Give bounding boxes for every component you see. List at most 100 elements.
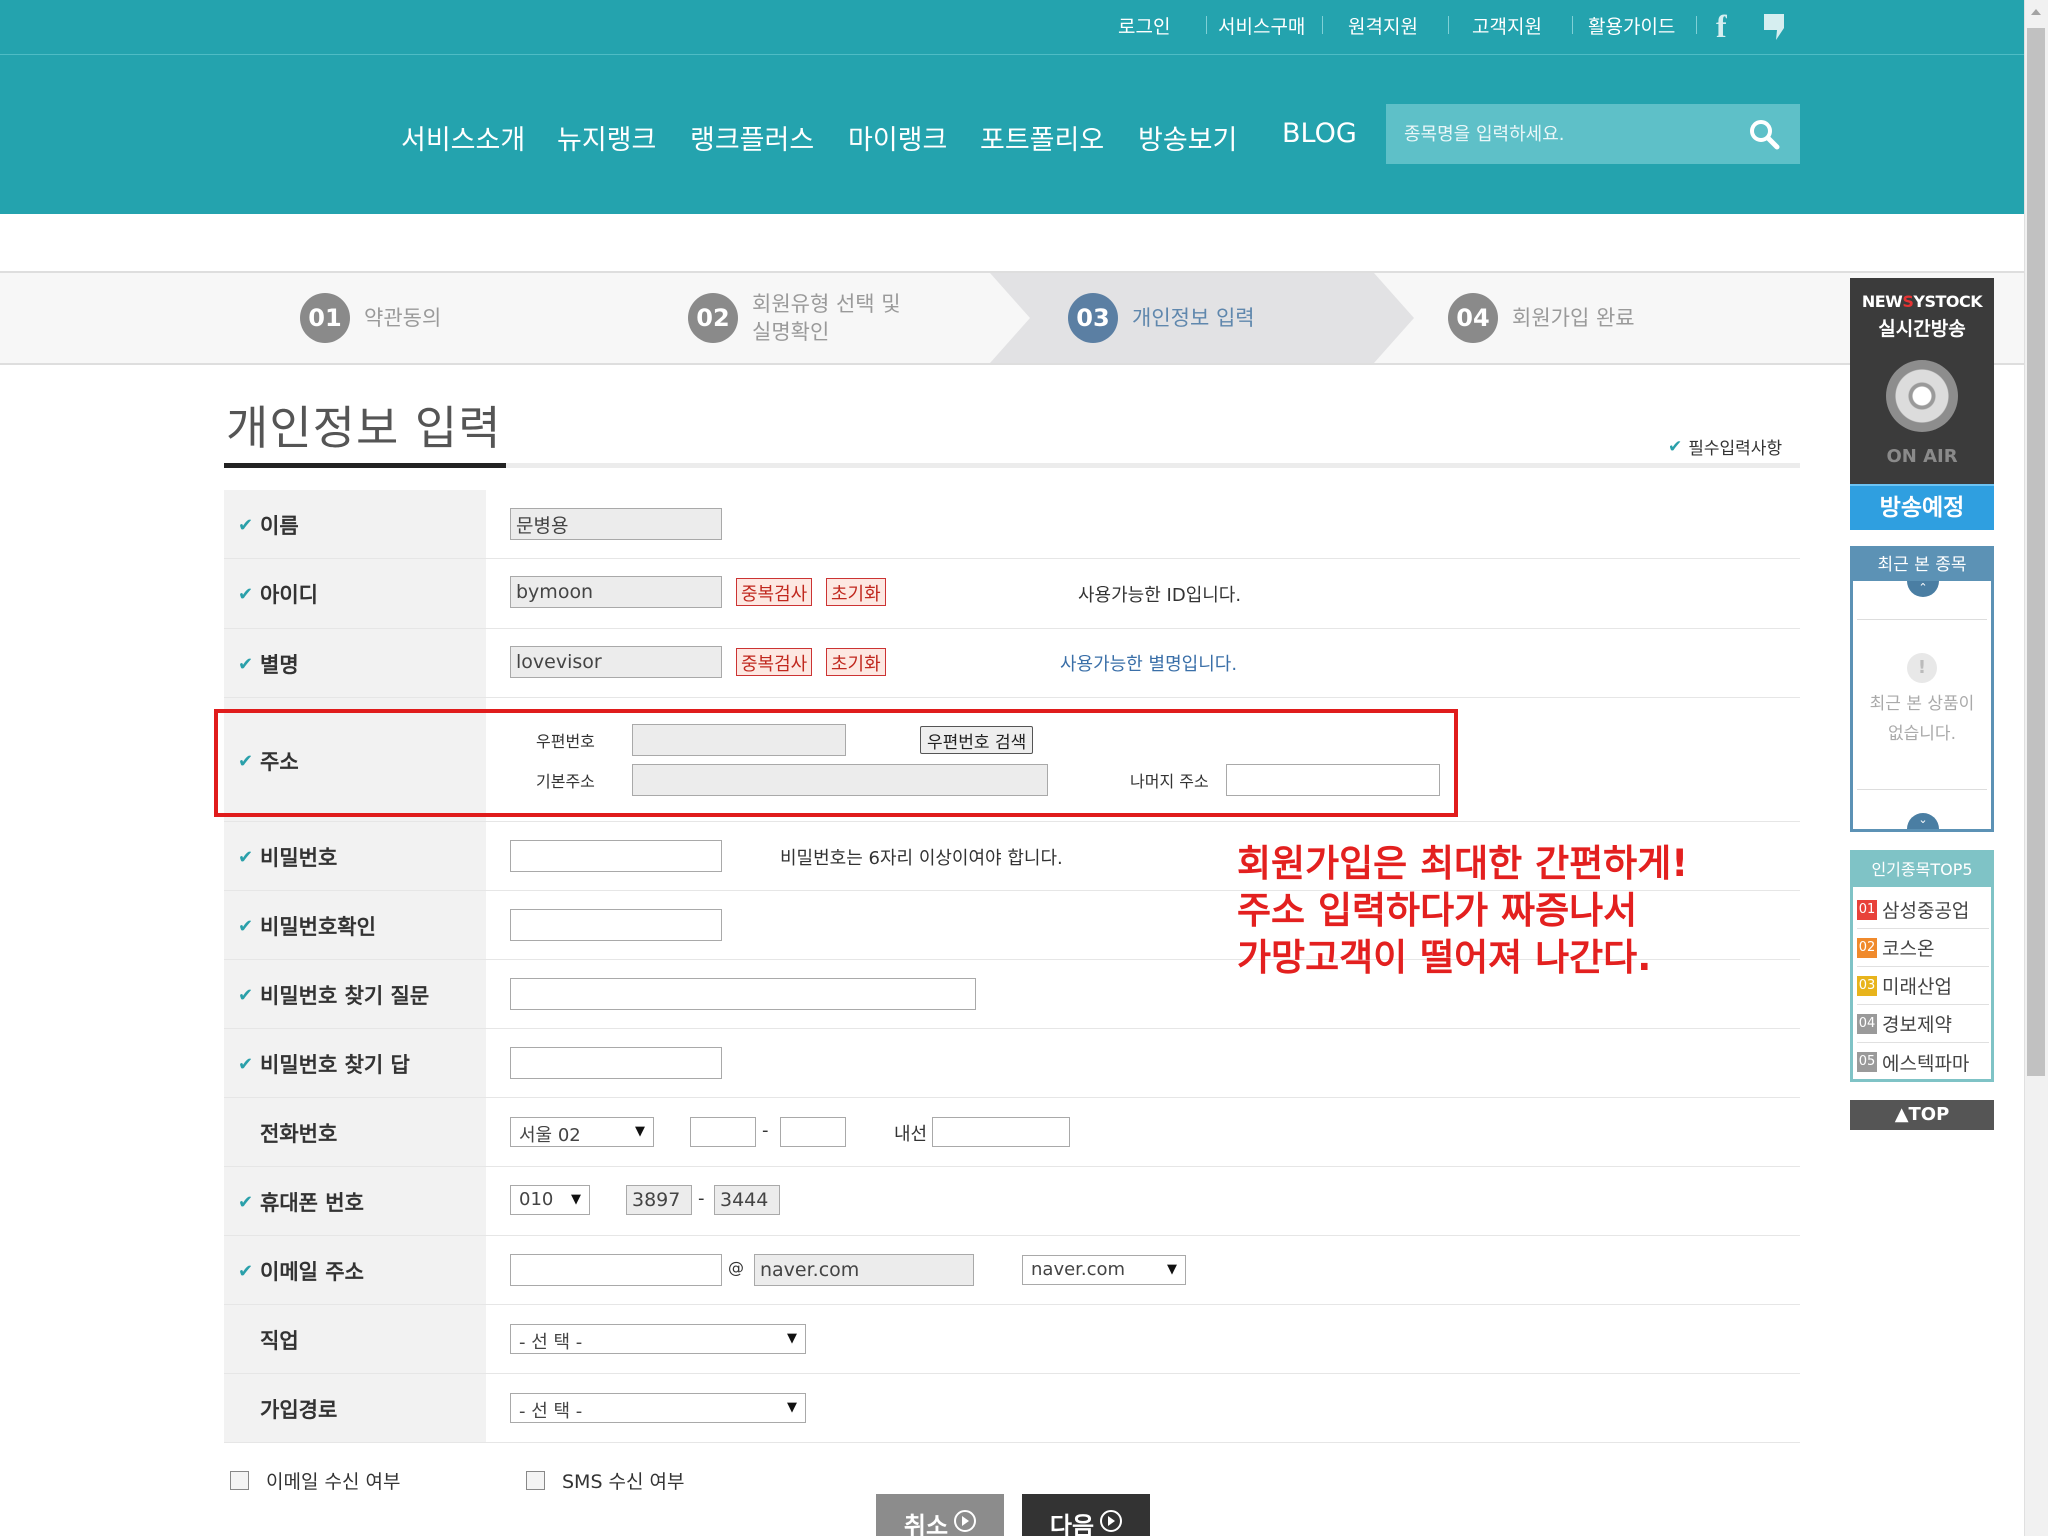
- phone-last-field[interactable]: [780, 1117, 846, 1147]
- form-row-phone: 전화번호 서울 02 ▼ - 내선: [224, 1098, 1800, 1167]
- email-domain-select[interactable]: naver.com ▼: [1022, 1255, 1186, 1285]
- customer-support-link[interactable]: 고객지원: [1472, 12, 1542, 39]
- page-title: 개인정보 입력: [226, 401, 502, 455]
- pw-question-label: 비밀번호 찾기 질문: [260, 984, 430, 1008]
- scrollbar-thumb[interactable]: [2027, 28, 2045, 1076]
- broadcast-schedule-button[interactable]: 방송예정: [1850, 484, 1994, 530]
- email-domain-select-value: naver.com: [1031, 1259, 1126, 1280]
- scroll-up-arrow-icon[interactable]: [2024, 0, 2048, 24]
- password-hint: 비밀번호는 6자리 이상이여야 합니다.: [780, 848, 1063, 869]
- form-row-mobile: ✔ 휴대폰 번호 010 ▼ -: [224, 1167, 1800, 1236]
- facebook-icon[interactable]: f: [1716, 10, 1738, 42]
- disc-icon: [1886, 360, 1958, 432]
- nickname-duplicate-check-button[interactable]: 중복검사: [736, 648, 813, 676]
- sms-consent-checkbox[interactable]: [526, 1471, 545, 1490]
- nav-service-intro[interactable]: 서비스소개: [401, 118, 525, 157]
- join-path-select[interactable]: - 선 택 - ▼: [510, 1393, 806, 1423]
- name-field[interactable]: [510, 508, 722, 540]
- util-divider: [1322, 16, 1323, 34]
- popular-stock-item[interactable]: 01 삼성중공업: [1857, 891, 1989, 929]
- nav-portfolio[interactable]: 포트폴리오: [980, 118, 1104, 157]
- email-consent-checkbox[interactable]: [230, 1471, 249, 1490]
- annotation-line: 주소 입력하다가 짜증나서: [1237, 889, 1638, 932]
- form-row-name: ✔ 이름: [224, 490, 1800, 559]
- field-label: ✔ 별명: [238, 649, 299, 679]
- step-label: 개인정보 입력: [1132, 306, 1255, 330]
- field-label: ✔ 비밀번호확인: [238, 911, 376, 941]
- extension-field[interactable]: [932, 1117, 1070, 1147]
- password-field[interactable]: [510, 840, 722, 872]
- on-air-label: ON AIR: [1886, 446, 1958, 467]
- search-input[interactable]: [1404, 121, 1744, 147]
- nav-broadcast[interactable]: 방송보기: [1138, 118, 1237, 157]
- util-divider: [1572, 16, 1573, 34]
- email-domain-field[interactable]: [754, 1254, 974, 1286]
- email-id-field[interactable]: [510, 1254, 722, 1286]
- phone-mid-field[interactable]: [690, 1117, 756, 1147]
- purchase-link[interactable]: 서비스구매: [1218, 12, 1305, 39]
- password-confirm-field[interactable]: [510, 909, 722, 941]
- popular-stock-item[interactable]: 05 에스텍파마: [1857, 1043, 1989, 1081]
- job-select-value: - 선 택 -: [519, 1332, 583, 1353]
- nav-myrank[interactable]: 마이랭크: [848, 118, 947, 157]
- popular-stock-item[interactable]: 03 미래산업: [1857, 967, 1989, 1005]
- cancel-button-label: 취소: [903, 1512, 949, 1536]
- field-label: ✔ 비밀번호: [238, 842, 337, 872]
- step-label: 회원유형 선택 및 실명확인: [752, 292, 901, 344]
- required-check-icon: ✔: [238, 653, 254, 675]
- id-reset-button[interactable]: 초기화: [826, 578, 886, 606]
- pw-answer-field[interactable]: [510, 1047, 722, 1079]
- required-check-icon: ✔: [238, 1053, 254, 1075]
- divider: [1857, 789, 1987, 790]
- phone-area-select[interactable]: 서울 02 ▼: [510, 1117, 654, 1147]
- form-row-pw-answer: ✔ 비밀번호 찾기 답: [224, 1029, 1800, 1098]
- required-check-icon: ✔: [238, 583, 254, 605]
- nickname-reset-button[interactable]: 초기화: [826, 648, 886, 676]
- mobile-mid-field[interactable]: [626, 1185, 692, 1215]
- scroll-to-top-button[interactable]: ▲TOP: [1850, 1100, 1994, 1130]
- util-divider: [1448, 16, 1449, 34]
- blog-icon[interactable]: [1762, 12, 1786, 42]
- recently-viewed-empty: 최근 본 상품이 없습니다.: [1869, 694, 1975, 744]
- mobile-last-field[interactable]: [714, 1185, 780, 1215]
- mobile-label: 휴대폰 번호: [260, 1191, 364, 1215]
- guide-link[interactable]: 활용가이드: [1588, 12, 1675, 39]
- nav-newsrank[interactable]: 뉴지랭크: [557, 118, 656, 157]
- field-label: ✔ 아이디: [238, 579, 318, 609]
- step-agreement: 01 약관동의: [300, 273, 441, 363]
- cancel-button[interactable]: 취소: [876, 1494, 1004, 1536]
- id-duplicate-check-button[interactable]: 중복검사: [736, 578, 813, 606]
- nickname-field[interactable]: [510, 646, 722, 678]
- popular-stock-item[interactable]: 02 코스온: [1857, 929, 1989, 967]
- next-button[interactable]: 다음: [1022, 1494, 1150, 1536]
- popular-stock-item[interactable]: 04 경보제약: [1857, 1005, 1989, 1043]
- remote-support-link[interactable]: 원격지원: [1348, 12, 1418, 39]
- arrow-circle-icon: [954, 1510, 977, 1532]
- stock-name: 코스온: [1882, 938, 1935, 960]
- pw-question-field[interactable]: [510, 978, 976, 1010]
- nickname-status-message: 사용가능한 별명입니다.: [1060, 654, 1238, 675]
- live-broadcast-banner[interactable]: NEWSYSTOCK 실시간방송 ON AIR 방송예정: [1850, 278, 1994, 530]
- mobile-prefix-value: 010: [519, 1189, 554, 1210]
- rank-badge: 04: [1857, 1013, 1877, 1034]
- required-check-icon: ✔: [238, 846, 254, 868]
- required-note: ✔ 필수입력사항: [1668, 434, 1782, 460]
- nav-rankplus[interactable]: 랭크플러스: [690, 118, 814, 157]
- sms-consent-label: SMS 수신 여부: [562, 1471, 685, 1493]
- scroll-up-icon[interactable]: ⌃: [1907, 581, 1939, 597]
- login-link[interactable]: 로그인: [1118, 12, 1170, 39]
- divider: [1857, 619, 1987, 620]
- nav-blog[interactable]: BLOG: [1282, 118, 1357, 149]
- id-field[interactable]: [510, 576, 722, 608]
- live-broadcast-title: 실시간방송: [1878, 318, 1966, 340]
- job-select[interactable]: - 선 택 - ▼: [510, 1324, 806, 1354]
- popular-stocks-title: 인기종목TOP5: [1853, 853, 1991, 887]
- scroll-down-icon[interactable]: ⌄: [1907, 813, 1939, 829]
- step-personal-info: 03 개인정보 입력: [1068, 273, 1255, 363]
- dropdown-arrow-icon: ▼: [787, 1400, 797, 1415]
- mobile-prefix-select[interactable]: 010 ▼: [510, 1185, 590, 1215]
- search-icon[interactable]: [1748, 118, 1780, 150]
- annotation-line: 회원가입은 최대한 간편하게!: [1237, 842, 1689, 885]
- required-check-icon: ✔: [238, 1260, 254, 1282]
- password-label: 비밀번호: [260, 846, 338, 870]
